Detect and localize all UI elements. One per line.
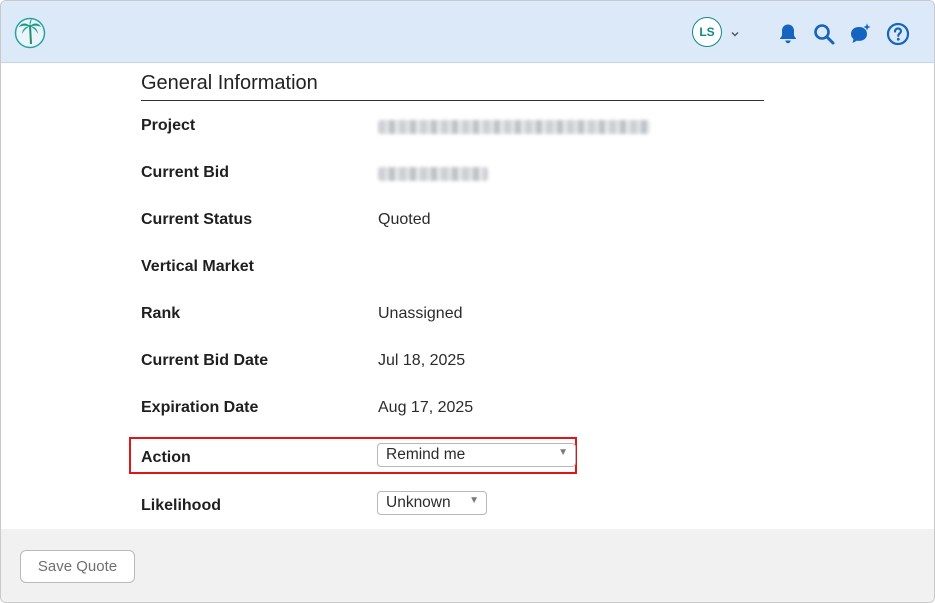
expiration-date-value: Aug 17, 2025: [378, 399, 474, 416]
search-icon[interactable]: [812, 22, 836, 46]
likelihood-selected-value: Unknown: [386, 494, 451, 511]
help-icon[interactable]: [886, 22, 910, 46]
vertical-market-label: Vertical Market: [141, 258, 254, 275]
chevron-down-icon[interactable]: [730, 29, 740, 39]
current-status-label: Current Status: [141, 211, 253, 228]
user-avatar[interactable]: LS: [692, 17, 722, 47]
section-divider: [141, 100, 764, 101]
app-window: LS General Information Project Current B…: [0, 0, 935, 603]
bell-icon[interactable]: [776, 22, 800, 46]
dropdown-arrow-icon: ▼: [469, 495, 479, 506]
likelihood-select[interactable]: Unknown ▼: [377, 491, 487, 515]
sparkle-chat-icon[interactable]: [848, 22, 872, 46]
current-bid-value-redacted: [378, 167, 488, 181]
likelihood-label: Likelihood: [141, 497, 221, 514]
dropdown-arrow-icon: ▼: [558, 447, 568, 458]
current-status-value: Quoted: [378, 211, 431, 228]
project-value-redacted: [378, 120, 650, 134]
rank-label: Rank: [141, 305, 181, 322]
project-label: Project: [141, 117, 196, 134]
current-bid-label: Current Bid: [141, 164, 229, 181]
save-quote-button[interactable]: Save Quote: [20, 550, 135, 583]
section-title: General Information: [141, 72, 318, 94]
action-selected-value: Remind me: [386, 446, 466, 463]
rank-value: Unassigned: [378, 305, 463, 322]
user-initials: LS: [699, 25, 715, 39]
action-select[interactable]: Remind me ▼: [377, 443, 576, 467]
action-label: Action: [141, 449, 191, 466]
palm-tree-logo[interactable]: [14, 16, 46, 50]
general-information-panel: General Information Project Current Bid …: [1, 63, 934, 529]
current-bid-date-value: Jul 18, 2025: [378, 352, 466, 369]
top-bar: LS: [1, 1, 934, 63]
current-bid-date-label: Current Bid Date: [141, 352, 269, 369]
expiration-date-label: Expiration Date: [141, 399, 259, 416]
footer-bar: Save Quote: [1, 529, 934, 602]
